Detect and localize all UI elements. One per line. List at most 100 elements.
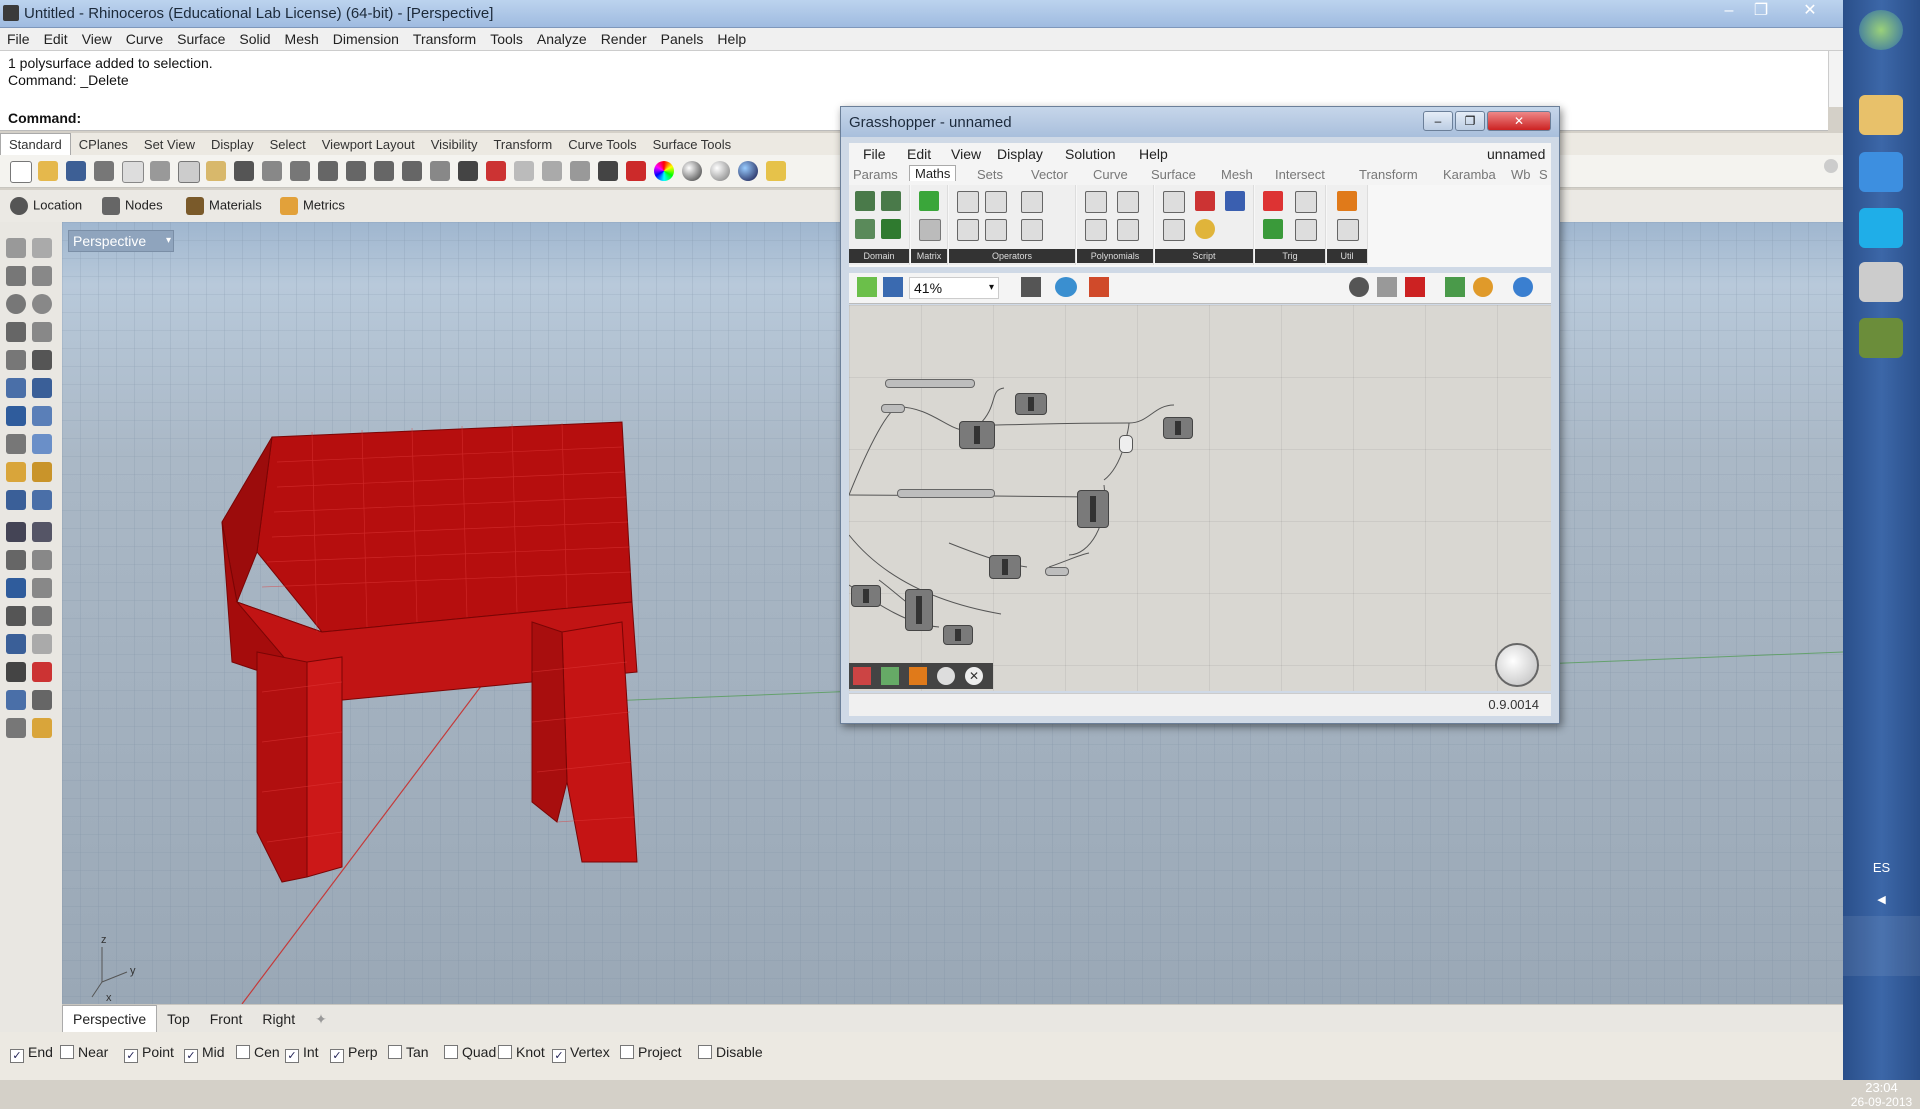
- gh-tab-params[interactable]: Params: [853, 167, 898, 182]
- sketch-icon[interactable]: [1089, 277, 1109, 297]
- copy-icon[interactable]: [178, 161, 200, 183]
- wireframe-preview-icon[interactable]: [1377, 277, 1397, 297]
- checkbox[interactable]: ✓: [330, 1049, 344, 1063]
- properties-color-icon[interactable]: [654, 161, 674, 181]
- gh-tab-vector[interactable]: Vector: [1031, 167, 1068, 182]
- panel-component[interactable]: [1045, 567, 1069, 576]
- render-tool-icon[interactable]: [6, 690, 26, 710]
- gh-navigation-compass-icon[interactable]: [1495, 643, 1539, 687]
- gh-menu-view[interactable]: View: [951, 146, 981, 162]
- analyze-icon[interactable]: [32, 662, 52, 682]
- gh-tab-surface[interactable]: Surface: [1151, 167, 1196, 182]
- gh-close-button[interactable]: ✕: [1487, 111, 1551, 131]
- gh-menu-help[interactable]: Help: [1139, 146, 1168, 162]
- grasshopper-window[interactable]: Grasshopper - unnamed – ❐ ✕ File Edit Vi…: [840, 106, 1560, 724]
- menu-dimension[interactable]: Dimension: [326, 28, 406, 47]
- shaded-preview-icon[interactable]: [1405, 277, 1425, 297]
- join-icon[interactable]: [6, 522, 26, 542]
- explode-icon[interactable]: [32, 522, 52, 542]
- clock-time[interactable]: 23:04: [1843, 1080, 1920, 1095]
- osnap-quad[interactable]: Quad: [444, 1044, 496, 1060]
- gh-component-node[interactable]: [959, 421, 995, 449]
- shell-icon[interactable]: [32, 490, 52, 510]
- matrix-icon[interactable]: [919, 191, 939, 211]
- zoom-selected-icon[interactable]: [402, 161, 422, 181]
- undo-view-icon[interactable]: [430, 161, 450, 181]
- checkbox[interactable]: ✓: [184, 1049, 198, 1063]
- explorer-taskbar-icon[interactable]: [1859, 95, 1903, 135]
- fillet-icon[interactable]: [6, 550, 26, 570]
- start-button-icon[interactable]: [1859, 10, 1903, 50]
- text-icon[interactable]: [6, 578, 26, 598]
- grasshopper-launch-icon[interactable]: [766, 161, 786, 181]
- panel-nodes[interactable]: Nodes: [102, 197, 163, 215]
- cut-icon[interactable]: [150, 161, 170, 181]
- gh-menu-solution[interactable]: Solution: [1065, 146, 1116, 162]
- canvas-tool-icon[interactable]: [881, 667, 899, 685]
- export-icon[interactable]: [122, 161, 144, 183]
- osnap-disable[interactable]: Disable: [698, 1044, 763, 1060]
- minimize-button[interactable]: –: [1716, 0, 1742, 22]
- power-icon[interactable]: [1117, 219, 1139, 241]
- scale-icon[interactable]: [32, 462, 52, 482]
- menu-transform[interactable]: Transform: [406, 28, 483, 47]
- menu-analyze[interactable]: Analyze: [530, 28, 594, 47]
- trim-icon[interactable]: [32, 550, 52, 570]
- gh-menu-file[interactable]: File: [863, 146, 886, 162]
- point-icon[interactable]: [32, 238, 52, 258]
- mesh-icon[interactable]: [6, 434, 26, 454]
- block-icon[interactable]: [6, 662, 26, 682]
- gh-document-name[interactable]: unnamed: [1487, 146, 1545, 162]
- surface-tools-icon[interactable]: [32, 434, 52, 454]
- canvas-tool-icon[interactable]: [937, 667, 955, 685]
- skype-taskbar-icon[interactable]: [1859, 208, 1903, 248]
- panel-materials[interactable]: Materials: [186, 197, 262, 215]
- checkbox[interactable]: [388, 1045, 402, 1059]
- checkbox[interactable]: ✓: [10, 1049, 24, 1063]
- gh-menu-display[interactable]: Display: [997, 146, 1043, 162]
- tab-cplanes[interactable]: CPlanes: [71, 134, 136, 155]
- gh-menu-edit[interactable]: Edit: [907, 146, 931, 162]
- osnap-vertex[interactable]: ✓ Vertex: [552, 1044, 610, 1063]
- matrix-table-icon[interactable]: [919, 219, 941, 241]
- larger-than-icon[interactable]: [1021, 191, 1043, 213]
- osnap-cen[interactable]: Cen: [236, 1044, 280, 1060]
- menu-surface[interactable]: Surface: [170, 28, 232, 47]
- ellipse-icon[interactable]: [32, 294, 52, 314]
- osnap-tan[interactable]: Tan: [388, 1044, 429, 1060]
- document-preview-icon[interactable]: [1473, 277, 1493, 297]
- cplane-tool-icon[interactable]: [6, 634, 26, 654]
- osnap-int[interactable]: ✓ Int: [285, 1044, 319, 1063]
- save-document-icon[interactable]: [883, 277, 903, 297]
- array-icon[interactable]: [6, 606, 26, 626]
- gh-tab-mesh[interactable]: Mesh: [1221, 167, 1253, 182]
- tab-surface-tools[interactable]: Surface Tools: [645, 134, 740, 155]
- csharp-script-icon[interactable]: [1195, 191, 1215, 211]
- four-viewports-icon[interactable]: [458, 161, 478, 181]
- osnap-mid[interactable]: ✓ Mid: [184, 1044, 225, 1063]
- radians-icon[interactable]: [1295, 219, 1317, 241]
- close-canvas-tool-icon[interactable]: ✕: [965, 667, 983, 685]
- material-icon[interactable]: [738, 161, 758, 181]
- python-script-icon[interactable]: [1195, 219, 1215, 239]
- gh-component-node[interactable]: [1163, 417, 1193, 439]
- zoom-extents-icon[interactable]: [374, 161, 394, 181]
- canvas-tool-icon[interactable]: [909, 667, 927, 685]
- gh-tab-intersect[interactable]: Intersect: [1275, 167, 1325, 182]
- osnap-near[interactable]: Near: [60, 1044, 108, 1060]
- grasshopper-title-bar[interactable]: Grasshopper - unnamed – ❐ ✕: [841, 107, 1559, 137]
- multiplication-icon[interactable]: [985, 191, 1007, 213]
- subtraction-icon[interactable]: [985, 219, 1007, 241]
- gh-tab-transform[interactable]: Transform: [1359, 167, 1418, 182]
- grasshopper-taskbar-icon[interactable]: [1859, 318, 1903, 358]
- degrees-icon[interactable]: [1295, 191, 1317, 213]
- paste-icon[interactable]: [206, 161, 226, 181]
- selected-preview-icon[interactable]: [1445, 277, 1465, 297]
- checkbox[interactable]: [444, 1045, 458, 1059]
- new-file-icon[interactable]: [10, 161, 32, 183]
- sine-icon[interactable]: [1263, 191, 1283, 211]
- vb-script-icon[interactable]: [1225, 191, 1245, 211]
- menu-edit[interactable]: Edit: [37, 28, 75, 47]
- open-file-icon[interactable]: [38, 161, 58, 181]
- gh-component-node[interactable]: [1015, 393, 1047, 415]
